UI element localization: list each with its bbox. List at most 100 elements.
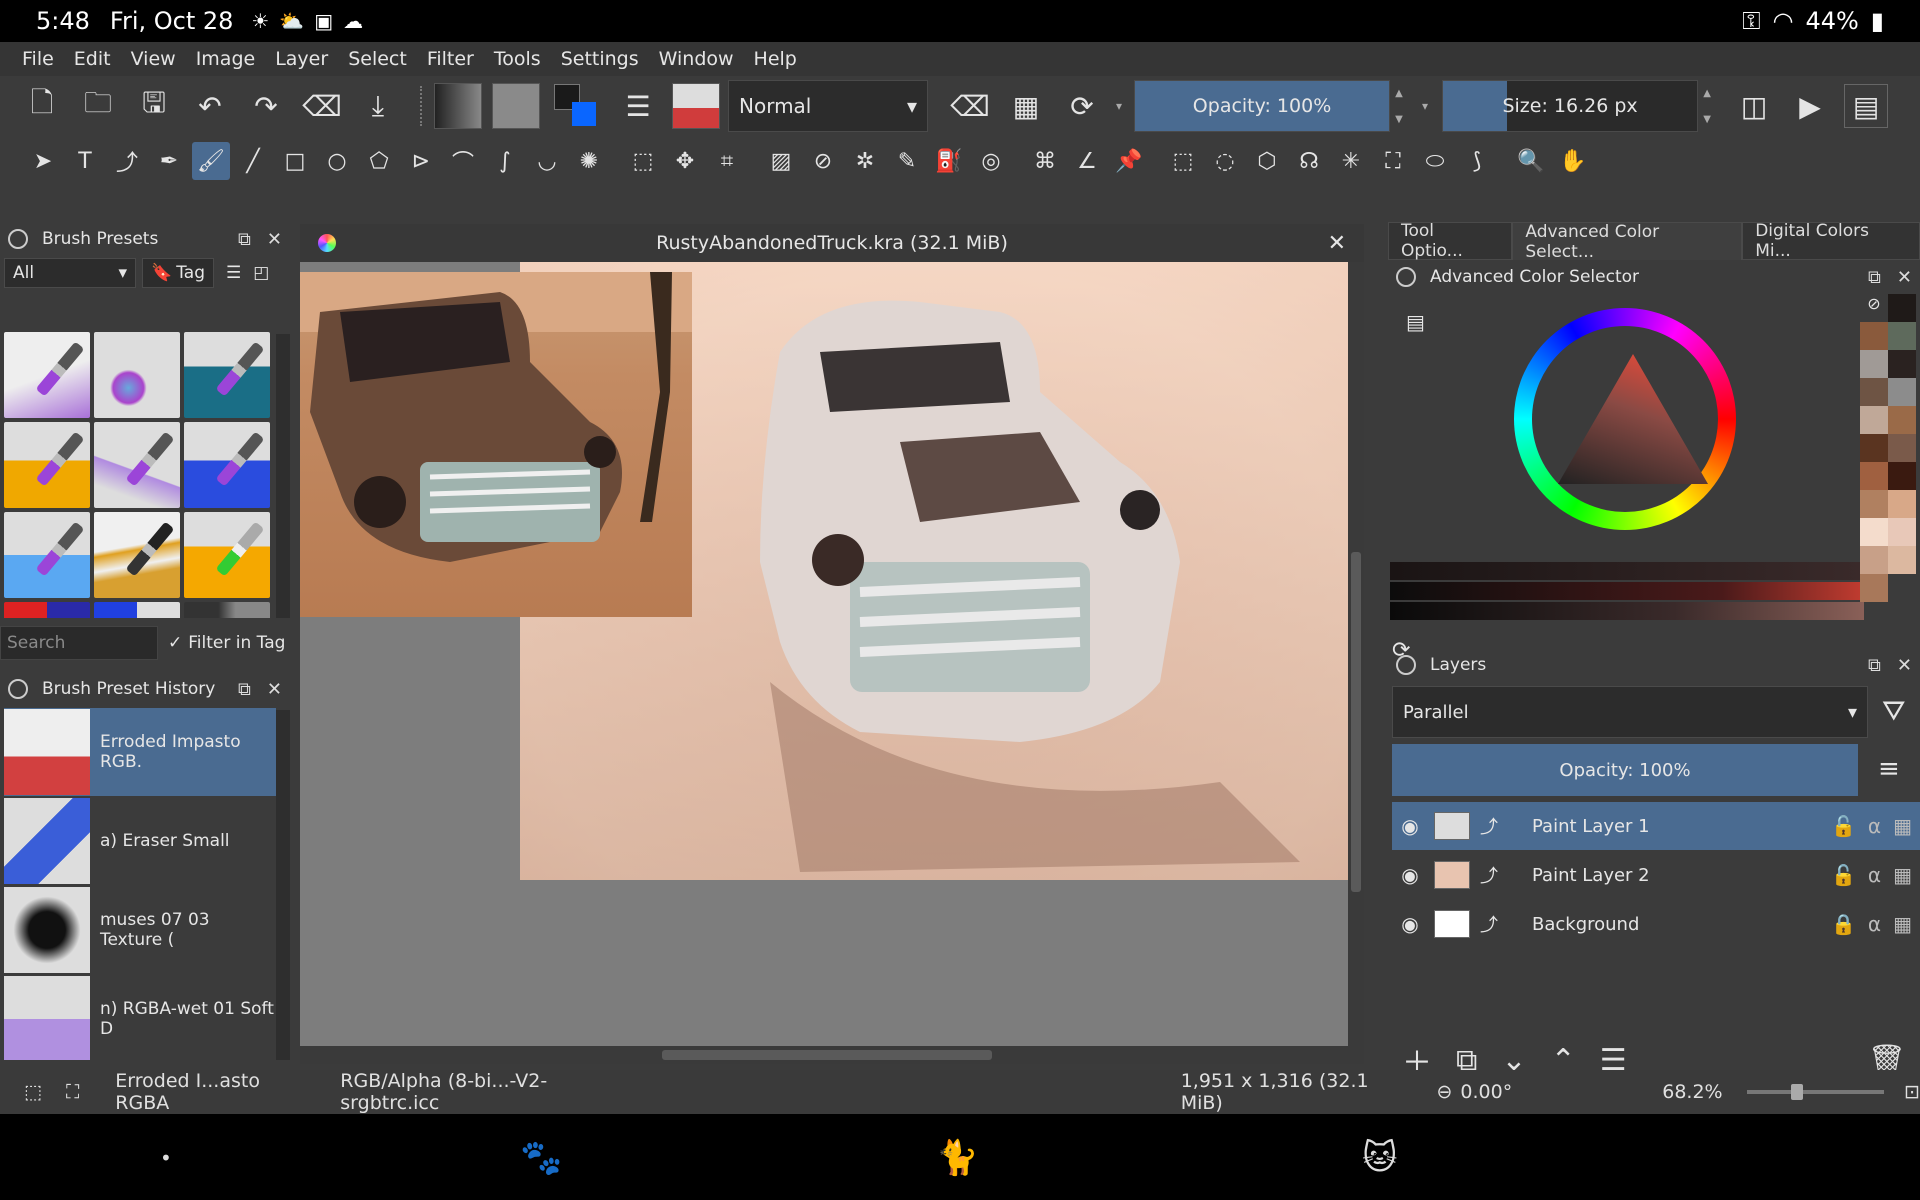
- transparency-checker-icon[interactable]: ▦: [1893, 912, 1912, 936]
- measure-tool-icon[interactable]: ∠: [1068, 142, 1106, 180]
- swatch[interactable]: [1860, 378, 1888, 406]
- shade-selector[interactable]: [1390, 562, 1864, 620]
- document-tab[interactable]: RustyAbandonedTruck.kra (32.1 MiB) ✕: [300, 224, 1364, 262]
- swatch[interactable]: [1860, 350, 1888, 378]
- swatch[interactable]: [1860, 546, 1888, 574]
- close-icon[interactable]: ✕: [267, 229, 282, 250]
- select-shapes-icon[interactable]: ➤: [24, 142, 62, 180]
- layer-row[interactable]: ◉ ⤴ Background 🔒 α ▦: [1392, 900, 1920, 948]
- preset-thumbnail[interactable]: [94, 422, 180, 508]
- eraser-icon[interactable]: ⌫: [948, 84, 992, 128]
- list-view-icon[interactable]: ☰: [226, 263, 241, 283]
- reference-image[interactable]: [300, 272, 692, 617]
- open-folder-icon[interactable]: 🗀: [76, 84, 120, 128]
- alpha-icon[interactable]: α: [1868, 863, 1881, 887]
- polygon-select-icon[interactable]: ⬡: [1248, 142, 1286, 180]
- clear-icon[interactable]: ⌫: [300, 84, 344, 128]
- transparency-checker-icon[interactable]: ▦: [1893, 863, 1912, 887]
- cat-back-icon[interactable]: 🐱: [1362, 1138, 1397, 1178]
- lock-icon[interactable]: 🔓: [1831, 814, 1856, 838]
- preset-tag-filter[interactable]: All ▾: [4, 258, 136, 288]
- swatch[interactable]: [1888, 546, 1916, 574]
- export-icon[interactable]: ⤓: [356, 84, 400, 128]
- freehand-select-icon[interactable]: ☊: [1290, 142, 1328, 180]
- layer-menu-icon[interactable]: ≡: [1878, 754, 1900, 784]
- swatch[interactable]: [1860, 406, 1888, 434]
- swatch[interactable]: [1888, 378, 1916, 406]
- alpha-icon[interactable]: α: [1868, 814, 1881, 838]
- redo-icon[interactable]: ↷: [244, 84, 288, 128]
- no-color-icon[interactable]: ⊘: [1860, 294, 1888, 322]
- grid-view-icon[interactable]: ◰: [253, 263, 269, 283]
- swatch[interactable]: [1860, 462, 1888, 490]
- dot-icon[interactable]: •: [160, 1146, 172, 1170]
- undo-icon[interactable]: ↶: [188, 84, 232, 128]
- gradient-selector[interactable]: [434, 83, 482, 129]
- swatch[interactable]: [1860, 434, 1888, 462]
- crop-tool-icon[interactable]: ⌗: [708, 142, 746, 180]
- menu-select[interactable]: Select: [338, 48, 417, 70]
- zoom-tool-icon[interactable]: 🔍: [1512, 142, 1550, 180]
- swatch[interactable]: [1888, 518, 1916, 546]
- colorize-mask-icon[interactable]: ✎: [888, 142, 926, 180]
- alpha-icon[interactable]: α: [1868, 912, 1881, 936]
- canvas-horizontal-scrollbar[interactable]: [300, 1046, 1364, 1064]
- preset-thumbnail[interactable]: [4, 422, 90, 508]
- canvas-area[interactable]: RustyAbandonedTruck.kra (32.1 MiB) ✕: [300, 224, 1364, 1064]
- lock-icon[interactable]: 🔓: [1831, 863, 1856, 887]
- enclose-fill-icon[interactable]: ◎: [972, 142, 1010, 180]
- size-spin[interactable]: ▲ ▼: [1698, 80, 1716, 132]
- preset-thumbnail[interactable]: [184, 512, 270, 598]
- float-docker-icon[interactable]: ⧉: [238, 679, 251, 700]
- float-docker-icon[interactable]: ⧉: [1868, 655, 1881, 676]
- close-icon[interactable]: ✕: [267, 679, 282, 700]
- float-docker-icon[interactable]: ⧉: [238, 229, 251, 250]
- menu-window[interactable]: Window: [649, 48, 744, 70]
- ellipse-tool-icon[interactable]: ○: [318, 142, 356, 180]
- menu-help[interactable]: Help: [744, 48, 807, 70]
- saturation-value-triangle[interactable]: [1558, 354, 1708, 484]
- brush-settings-icon[interactable]: ☰: [616, 84, 660, 128]
- menu-settings[interactable]: Settings: [551, 48, 649, 70]
- similar-select-icon[interactable]: ⛶: [1374, 142, 1412, 180]
- menu-image[interactable]: Image: [186, 48, 266, 70]
- pan-tool-icon[interactable]: ✋: [1554, 142, 1592, 180]
- magnetic-select-icon[interactable]: ⟆: [1458, 142, 1496, 180]
- transparency-checker-icon[interactable]: ▦: [1893, 814, 1912, 838]
- layer-row[interactable]: ◉ ⤴ Paint Layer 2 🔓 α ▦: [1392, 851, 1920, 899]
- tag-button[interactable]: 🔖 Tag: [142, 258, 214, 288]
- wrap-around-icon[interactable]: ▶: [1788, 84, 1832, 128]
- swatch[interactable]: [1888, 322, 1916, 350]
- chevron-down-icon[interactable]: ▾: [1422, 99, 1428, 113]
- preset-scrollbar[interactable]: [276, 334, 290, 618]
- list-item[interactable]: muses 07 03 Texture (: [4, 886, 276, 974]
- preset-thumbnail[interactable]: [4, 512, 90, 598]
- brush-preset-preview[interactable]: [672, 83, 720, 129]
- filter-in-tag-checkbox[interactable]: ✓: [168, 633, 182, 653]
- reference-tool-icon[interactable]: 📌: [1110, 142, 1148, 180]
- preset-thumbnail[interactable]: [4, 602, 90, 618]
- preset-thumbnail[interactable]: [184, 422, 270, 508]
- inherit-alpha-icon[interactable]: ⤴: [1480, 862, 1498, 888]
- swatch[interactable]: [1888, 294, 1916, 322]
- swatch[interactable]: [1888, 406, 1916, 434]
- swatch[interactable]: [1860, 490, 1888, 518]
- layer-row[interactable]: ◉ ⤴ Paint Layer 1 🔓 α ▦: [1392, 802, 1920, 850]
- save-icon[interactable]: 🖫: [132, 84, 176, 128]
- canvas-vertical-scrollbar[interactable]: [1348, 262, 1364, 1046]
- float-docker-icon[interactable]: ⧉: [1868, 267, 1881, 288]
- alpha-lock-icon[interactable]: ▦: [1004, 84, 1048, 128]
- list-item[interactable]: n) RGBA-wet 01 Soft D: [4, 975, 276, 1060]
- lock-docker-icon[interactable]: [1396, 655, 1416, 675]
- zoom-slider[interactable]: [1746, 1084, 1885, 1100]
- layer-opacity-slider[interactable]: Opacity: 100%: [1392, 744, 1858, 796]
- polyline-tool-icon[interactable]: ⊳: [402, 142, 440, 180]
- line-tool-icon[interactable]: ╱: [234, 142, 272, 180]
- freehand-path-icon[interactable]: ∫: [486, 142, 524, 180]
- background-color[interactable]: [572, 102, 596, 126]
- lock-docker-icon[interactable]: [8, 679, 28, 699]
- menu-view[interactable]: View: [121, 48, 186, 70]
- lock-icon[interactable]: 🔒: [1831, 912, 1856, 936]
- search-input[interactable]: Search: [0, 626, 158, 660]
- preset-thumbnail[interactable]: [4, 332, 90, 418]
